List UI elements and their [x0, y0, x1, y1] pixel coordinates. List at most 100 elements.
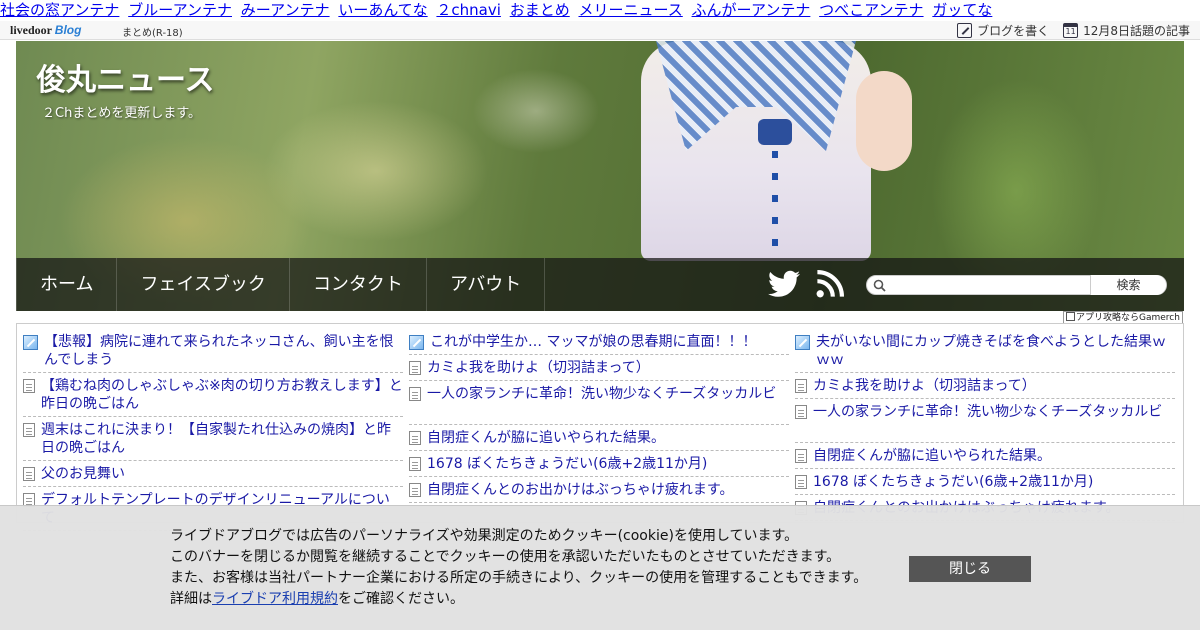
rss-column-3: 夫がいない間にカップ焼きそばを食べようとした結果ｗｗｗ カミよ我を助けよ（切羽詰… [795, 329, 1175, 522]
list-item: 週末はこれに決まり！【自家製たれ仕込みの焼肉】と昨日の晩ごはん [23, 417, 403, 461]
antenna-link[interactable]: ガッてな [932, 1, 992, 19]
gamerch-label: アプリ攻略ならGamerch [1076, 313, 1180, 323]
list-item: 夫がいない間にカップ焼きそばを食べようとした結果ｗｗｗ [795, 329, 1175, 373]
article-link[interactable]: 1678 ぼくたちきょうだい(6歳+2歳11か月) [813, 473, 1093, 491]
blog-category[interactable]: まとめ(R-18) [122, 24, 183, 39]
search-icon [873, 279, 886, 292]
page-icon [409, 483, 421, 497]
article-link[interactable]: 父のお見舞い [41, 465, 125, 483]
twitter-icon[interactable] [768, 270, 800, 298]
antenna-link[interactable]: みーアンテナ [241, 1, 330, 19]
article-link[interactable]: 週末はこれに決まり！【自家製たれ仕込みの焼肉】と昨日の晩ごはん [41, 421, 403, 457]
list-item: 【鶏むね肉のしゃぶしゃぶ※肉の切り方お教えします】と昨日の晩ごはん [23, 373, 403, 417]
antenna-link[interactable]: 社会の窓アンテナ [0, 1, 119, 19]
logo-blog-text: Blog [54, 23, 82, 37]
rss-column-1: 【悲報】病院に連れて来られたネッコさん、飼い主を恨んでしまう 【鶏むね肉のしゃぶ… [23, 329, 403, 531]
page-icon [409, 361, 421, 375]
calendar-icon: 11 [1063, 23, 1079, 38]
antenna-link[interactable]: ブルーアンテナ [128, 1, 232, 19]
article-link[interactable]: 【鶏むね肉のしゃぶしゃぶ※肉の切り方お教えします】と昨日の晩ごはん [41, 377, 403, 413]
antenna-link[interactable]: ふんがーアンテナ [692, 1, 811, 19]
page-icon [795, 379, 807, 393]
antenna-link[interactable]: いーあんてな [338, 1, 427, 19]
cookie-line-4-prefix: 詳細は [170, 591, 212, 607]
search-box: 検索 [866, 275, 1167, 295]
page-icon [795, 449, 807, 463]
cookie-consent-banner: ライブドアブログでは広告のパーソナライズや効果測定のためクッキー(cookie)… [0, 505, 1200, 630]
page-icon [409, 457, 421, 471]
rss-icon[interactable] [816, 270, 844, 298]
livedoor-blog-logo[interactable]: livedoor Blog [10, 23, 81, 38]
list-item: 自閉症くんが脇に追いやられた結果。 [795, 443, 1175, 469]
page-icon [795, 475, 807, 489]
list-item: 一人の家ランチに革命！洗い物少なくチーズタッカルビ [795, 399, 1175, 443]
search-input[interactable] [889, 277, 1089, 293]
close-button[interactable]: 閉じる [909, 556, 1031, 582]
article-link[interactable]: 一人の家ランチに革命！洗い物少なくチーズタッカルビ [813, 403, 1162, 439]
article-link[interactable]: これが中学生か… マッマが娘の思春期に直面！！！ [430, 333, 756, 351]
page-icon [409, 387, 421, 401]
topic-articles-link[interactable]: 11 12月8日話題の記事 [1063, 22, 1190, 39]
page-icon [23, 467, 35, 481]
list-item: 父のお見舞い [23, 461, 403, 487]
logo-main-text: livedoor [10, 23, 52, 37]
page-icon [795, 405, 807, 419]
list-item: 1678 ぼくたちきょうだい(6歳+2歳11か月) [409, 451, 789, 477]
list-item: 【悲報】病院に連れて来られたネッコさん、飼い主を恨んでしまう [23, 329, 403, 373]
antenna-link[interactable]: つべこアンテナ [819, 1, 923, 19]
article-link[interactable]: カミよ我を助けよ（切羽詰まって） [427, 359, 650, 377]
page-icon [23, 423, 35, 437]
page-icon [409, 431, 421, 445]
header-photo-arm [856, 71, 912, 171]
topic-articles-label: 12月8日話題の記事 [1083, 24, 1190, 38]
nav-item-home[interactable]: ホーム [16, 258, 118, 311]
article-link[interactable]: 1678 ぼくたちきょうだい(6歳+2歳11か月) [427, 455, 707, 473]
list-item: 自閉症くんが脇に追いやられた結果。 [409, 425, 789, 451]
toolbar-right: ブログを書く 11 12月8日話題の記事 [957, 22, 1190, 39]
site-title[interactable]: 俊丸ニュース [36, 55, 215, 99]
rss-feed-panel: 【悲報】病院に連れて来られたネッコさん、飼い主を恨んでしまう 【鶏むね肉のしゃぶ… [16, 323, 1184, 531]
antenna-link[interactable]: ２chnavi [436, 1, 501, 19]
cookie-line-3: また、お客様は当社パートナー企業における所定の手続きにより、クッキーの使用を管理… [170, 570, 868, 586]
article-link[interactable]: カミよ我を助けよ（切羽詰まって） [813, 377, 1036, 395]
terms-link[interactable]: ライブドア利用規約 [212, 591, 338, 607]
article-link[interactable]: 【悲報】病院に連れて来られたネッコさん、飼い主を恨んでしまう [44, 333, 403, 369]
article-link[interactable]: 自閉症くんが脇に追いやられた結果。 [427, 429, 665, 447]
social-links [768, 270, 844, 298]
search-button[interactable]: 検索 [1090, 275, 1166, 295]
nav-item-facebook[interactable]: フェイスブック [117, 258, 290, 311]
pen-icon [957, 23, 973, 38]
header-photo-buttons [772, 151, 778, 261]
list-item: 一人の家ランチに革命！洗い物少なくチーズタッカルビ [409, 381, 789, 425]
cookie-message: ライブドアブログでは広告のパーソナライズや効果測定のためクッキー(cookie)… [170, 526, 867, 610]
rss-column-2: これが中学生か… マッマが娘の思春期に直面！！！ カミよ我を助けよ（切羽詰まって… [409, 329, 789, 522]
cookie-line-2: このバナーを閉じるか閲覧を継続することでクッキーの使用を承認いただいたものとさせ… [170, 549, 841, 565]
new-entry-icon [409, 335, 424, 350]
nav-menu: ホーム フェイスブック コンタクト アバウト [16, 258, 546, 311]
global-nav: ホーム フェイスブック コンタクト アバウト 検索 [16, 258, 1184, 311]
page-icon [23, 379, 35, 393]
nav-item-about[interactable]: アバウト [427, 258, 546, 311]
article-link[interactable]: 夫がいない間にカップ焼きそばを食べようとした結果ｗｗｗ [816, 333, 1175, 369]
list-item: カミよ我を助けよ（切羽詰まって） [795, 373, 1175, 399]
write-blog-label: ブログを書く [977, 24, 1050, 38]
list-item: 自閉症くんとのお出かけはぶっちゃけ疲れます。 [409, 477, 789, 503]
site-description: ２Chまとめを更新します。 [42, 106, 202, 121]
list-item: これが中学生か… マッマが娘の思春期に直面！！！ [409, 329, 789, 355]
write-blog-link[interactable]: ブログを書く [957, 22, 1049, 39]
nav-item-contact[interactable]: コンタクト [290, 258, 427, 311]
list-item: 1678 ぼくたちきょうだい(6歳+2歳11か月) [795, 469, 1175, 495]
cookie-line-1: ライブドアブログでは広告のパーソナライズや効果測定のためクッキー(cookie)… [170, 528, 799, 544]
antenna-link[interactable]: メリーニュース [579, 1, 683, 19]
livedoor-toolbar: livedoor Blog まとめ(R-18) ブログを書く 11 12月8日話… [0, 21, 1200, 40]
antenna-link-bar: 社会の窓アンテナ ブルーアンテナ みーアンテナ いーあんてな ２chnavi お… [0, 0, 1200, 21]
article-link[interactable]: 自閉症くんとのお出かけはぶっちゃけ疲れます。 [427, 481, 733, 499]
article-link[interactable]: 自閉症くんが脇に追いやられた結果。 [813, 447, 1051, 465]
list-item: カミよ我を助けよ（切羽詰まって） [409, 355, 789, 381]
antenna-link[interactable]: おまとめ [510, 1, 570, 19]
cookie-line-4: 詳細はライブドア利用規約をご確認ください。 [170, 589, 867, 610]
cookie-line-4-suffix: をご確認ください。 [338, 591, 464, 607]
blog-header: 俊丸ニュース ２Chまとめを更新します。 ホーム フェイスブック コンタクト ア… [16, 41, 1184, 311]
article-link[interactable]: 一人の家ランチに革命！洗い物少なくチーズタッカルビ [427, 385, 776, 421]
new-entry-icon [795, 335, 810, 350]
